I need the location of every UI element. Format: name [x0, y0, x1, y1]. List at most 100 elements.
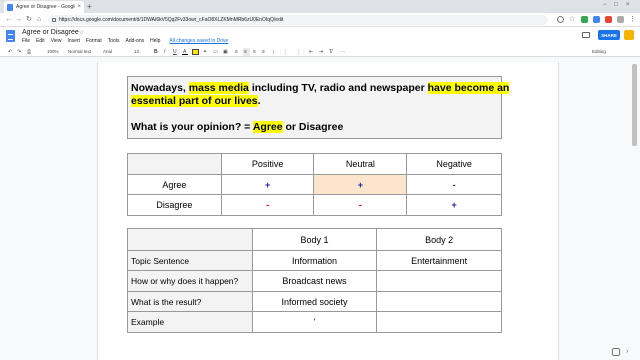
table-cell[interactable]	[376, 270, 502, 292]
menu-insert[interactable]: Insert	[67, 38, 80, 44]
menu-help[interactable]: Help	[150, 38, 160, 44]
paragraph-line-1[interactable]: Nowadays, mass media including TV, radio…	[131, 81, 510, 95]
comment-icon[interactable]: ▭	[213, 48, 218, 56]
table-cell[interactable]	[376, 311, 502, 333]
style-select[interactable]: Normal text	[68, 48, 91, 56]
print-icon[interactable]: ⎙	[27, 48, 31, 56]
new-tab-button[interactable]: +	[87, 2, 92, 11]
table-cell[interactable]: +	[220, 174, 315, 195]
align-right-button[interactable]: ≡	[253, 48, 256, 56]
table-corner-cell[interactable]	[127, 153, 222, 175]
forward-button[interactable]: →	[15, 15, 22, 24]
text-run: including TV, radio and newspaper	[248, 82, 428, 94]
row-label[interactable]: Agree	[127, 174, 222, 195]
browser-tab[interactable]: Agree or Disagree - Google Do ×	[4, 1, 84, 13]
align-left-button[interactable]: ≡	[235, 48, 238, 56]
menu-bar: File Edit View Insert Format Tools Add-o…	[22, 38, 228, 44]
profile-icon[interactable]	[617, 16, 624, 23]
document-title[interactable]: Agree or Disagree	[22, 29, 79, 36]
link-icon[interactable]: ⚭	[203, 48, 207, 56]
table-cell[interactable]: -	[220, 194, 315, 216]
text-run: What is your opinion? =	[131, 121, 253, 133]
table-header[interactable]: Body 1	[251, 228, 378, 251]
more-icon[interactable]: ⋯	[340, 48, 345, 56]
row-label[interactable]: What is the result?	[127, 291, 253, 312]
table-header[interactable]: Positive	[220, 153, 315, 175]
table-corner-cell[interactable]	[127, 228, 253, 251]
browser-menu-icon[interactable]: ⋮	[629, 16, 636, 23]
paragraph-line-2[interactable]: essential part of our lives.	[131, 94, 261, 108]
menu-format[interactable]: Format	[86, 38, 102, 44]
opinion-question[interactable]: What is your opinion? = Agree or Disagre…	[131, 120, 343, 134]
editing-mode-select[interactable]: Editing	[592, 48, 606, 56]
clear-formatting-icon[interactable]: T̸	[329, 48, 332, 56]
menu-tools[interactable]: Tools	[108, 38, 120, 44]
extension-icon[interactable]	[593, 16, 600, 23]
table-cell[interactable]: +	[313, 174, 408, 195]
text-run: Nowadays,	[131, 82, 189, 94]
font-select[interactable]: Arial	[103, 48, 112, 56]
row-label[interactable]: Topic Sentence	[127, 250, 253, 271]
underline-button[interactable]: U	[173, 48, 177, 56]
window-close-button[interactable]: ×	[626, 2, 630, 8]
star-icon[interactable]: ☆	[79, 29, 84, 36]
back-button[interactable]: ←	[5, 15, 12, 24]
redo-icon[interactable]: ↷	[17, 48, 21, 56]
image-icon[interactable]: ▣	[223, 48, 228, 56]
google-docs-icon[interactable]	[6, 30, 15, 42]
table-cell[interactable]: Broadcast news	[251, 270, 378, 292]
table-cell[interactable]: '	[251, 311, 378, 333]
numbered-list-icon[interactable]: ⋮	[283, 48, 288, 56]
table-cell[interactable]	[376, 291, 502, 312]
undo-icon[interactable]: ↶	[8, 48, 12, 56]
table-cell[interactable]: Entertainment	[376, 250, 502, 271]
increase-indent-icon[interactable]: ⇥	[319, 48, 323, 56]
menu-view[interactable]: View	[51, 38, 62, 44]
reload-button[interactable]: ↻	[26, 15, 32, 24]
highlighted-text: Agree	[252, 121, 283, 133]
save-status[interactable]: All changes saved in Drive	[169, 38, 228, 44]
menu-file[interactable]: File	[22, 38, 30, 44]
table-header[interactable]: Body 2	[376, 228, 502, 251]
window-minimize-button[interactable]: −	[603, 2, 607, 8]
zoom-select[interactable]: 100%	[47, 48, 59, 56]
bold-button[interactable]: B	[154, 48, 158, 56]
bullet-list-icon[interactable]: ⋮	[296, 48, 301, 56]
side-panel-toggle-icon[interactable]: ›	[626, 348, 633, 356]
docs-header	[0, 27, 640, 47]
avatar[interactable]	[624, 30, 634, 40]
table-cell[interactable]: Information	[251, 250, 378, 271]
font-size-select[interactable]: 13	[134, 48, 139, 56]
align-center-button[interactable]: ≡	[244, 48, 247, 56]
extension-icon[interactable]	[581, 16, 588, 23]
scrollbar[interactable]	[632, 64, 637, 146]
menu-add-ons[interactable]: Add-ons	[125, 38, 144, 44]
row-label[interactable]: How or why does it happen?	[127, 270, 253, 292]
search-icon[interactable]	[557, 16, 564, 23]
menu-edit[interactable]: Edit	[36, 38, 45, 44]
decrease-indent-icon[interactable]: ⇤	[309, 48, 313, 56]
table-cell[interactable]: -	[406, 174, 502, 195]
star-bookmark-icon[interactable]: ☆	[569, 16, 576, 23]
table-cell[interactable]: Informed society	[251, 291, 378, 312]
share-button[interactable]: SHARE	[598, 30, 620, 40]
justify-button[interactable]: ≡	[262, 48, 265, 56]
tab-close-icon[interactable]: ×	[77, 4, 81, 10]
italic-button[interactable]: I	[164, 48, 165, 56]
highlight-color-icon[interactable]	[192, 49, 199, 55]
table-header[interactable]: Negative	[406, 153, 502, 175]
browser-tab-title: Agree or Disagree - Google Do	[16, 4, 75, 10]
table-cell[interactable]: -	[313, 194, 408, 216]
comments-icon[interactable]	[582, 32, 590, 38]
row-label[interactable]: Example	[127, 311, 253, 333]
table-cell[interactable]: +	[406, 194, 502, 216]
line-spacing-icon[interactable]: ↕	[272, 48, 275, 56]
table-header[interactable]: Neutral	[313, 153, 408, 175]
url-text: https://docs.google.com/document/d/1DWAI…	[59, 17, 284, 23]
extension-icon[interactable]	[605, 16, 612, 23]
explore-icon[interactable]	[612, 348, 620, 356]
home-button[interactable]: ⌂	[37, 15, 41, 24]
row-label[interactable]: Disagree	[127, 194, 222, 216]
url-input[interactable]: https://docs.google.com/document/d/1DWAI…	[48, 15, 548, 25]
window-maximize-button[interactable]: □	[614, 2, 618, 8]
